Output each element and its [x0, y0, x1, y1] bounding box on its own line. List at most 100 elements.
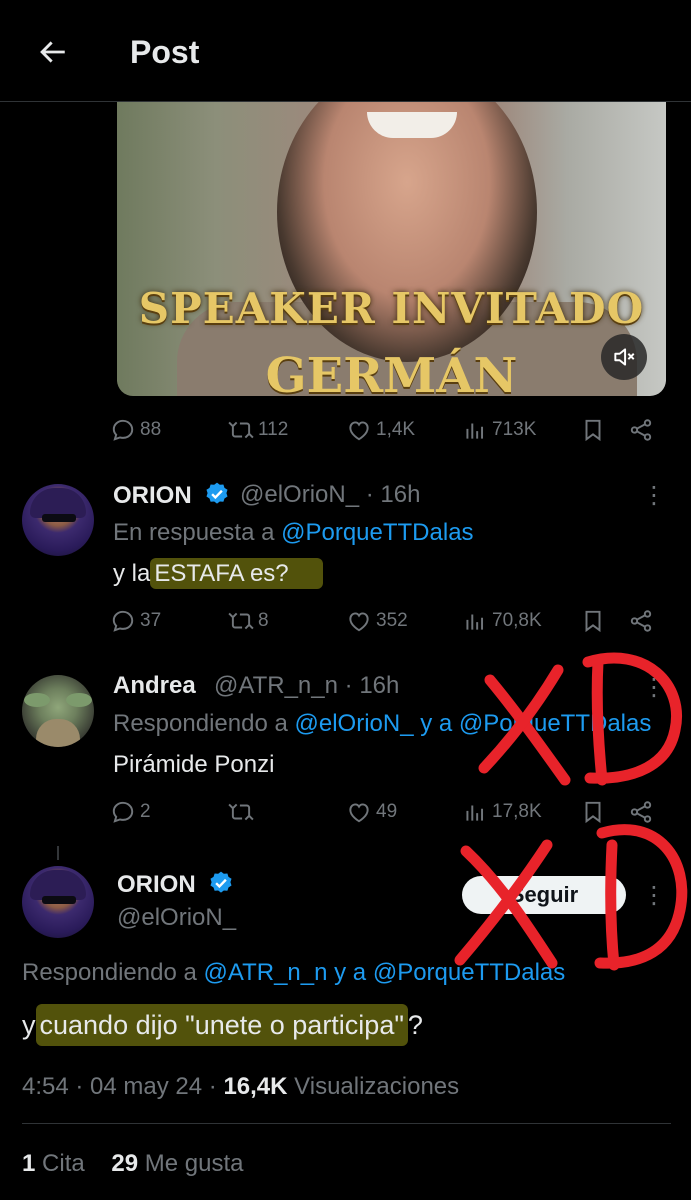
like-button[interactable]: 352	[346, 606, 408, 636]
post-actions: 2 49 17,8K	[110, 797, 670, 827]
author-name[interactable]: ORION	[113, 481, 230, 510]
post-text: Pirámide Ponzi	[113, 751, 275, 778]
reply-icon	[112, 610, 134, 632]
author-handle[interactable]: @elOrioN_	[240, 481, 359, 508]
video-player[interactable]: SPEAKER INVITADO GERMÁN	[117, 102, 666, 396]
repost-button[interactable]: 112	[228, 415, 288, 445]
post-text: y cuando dijo "unete o participa"?	[22, 1004, 423, 1046]
like-count: 1,4K	[376, 419, 416, 440]
author-handle[interactable]: @elOrioN_	[117, 904, 236, 932]
reply-context-prefix: Respondiendo a	[22, 959, 197, 986]
more-dots-icon: ⋮	[642, 881, 666, 909]
share-button[interactable]	[628, 415, 654, 445]
repost-button[interactable]: 8	[228, 606, 269, 636]
avatar-glasses	[42, 514, 76, 522]
more-dots-icon: ⋮	[642, 673, 666, 701]
reply-context: Respondiendo a @ATR_n_n y a @PorqueTTDal…	[22, 959, 565, 987]
post-text-suffix: ?	[407, 1010, 423, 1040]
repost-icon	[228, 421, 254, 439]
reply-context-user-link[interactable]: @PorqueTTDalas	[281, 519, 473, 546]
post-time[interactable]: 4:54 · 04 may 24 ·	[22, 1073, 217, 1100]
video-frame-mouth	[367, 112, 457, 138]
post-text-prefix: y	[22, 1010, 36, 1040]
arrow-left-icon	[40, 41, 65, 63]
avatar[interactable]	[22, 675, 94, 747]
share-button[interactable]	[628, 606, 654, 636]
top-bar: Post	[0, 0, 691, 102]
post-text-prefix: y la	[113, 560, 151, 587]
author-name[interactable]: ORION	[117, 870, 234, 899]
post-actions: 37 8 352 70,8K	[110, 606, 670, 636]
author-meta: @elOrioN_ · 16h	[240, 481, 420, 509]
likes-stat[interactable]: 29 Me gusta	[111, 1150, 243, 1177]
share-icon	[630, 801, 652, 823]
author-name-text: ORION	[113, 482, 192, 509]
bookmark-button[interactable]	[580, 797, 606, 827]
post-text: y la ESTAFA es?	[113, 558, 323, 589]
views-icon	[466, 614, 484, 630]
post-text-highlighted: ESTAFA es?	[150, 558, 323, 589]
engagement-stats: 1 Cita 29 Me gusta	[22, 1150, 243, 1178]
bookmark-button[interactable]	[580, 606, 606, 636]
avatar-glasses	[42, 896, 76, 904]
follow-button[interactable]: Seguir	[462, 876, 626, 914]
divider	[22, 1123, 671, 1124]
author-name-text: ORION	[117, 871, 196, 898]
reply-button[interactable]: 2	[110, 797, 151, 827]
views-button[interactable]: 17,8K	[462, 797, 542, 827]
avatar-ear-left	[24, 693, 50, 707]
reply-context-user-link[interactable]: @ATR_n_n	[203, 959, 327, 986]
views-icon	[466, 423, 484, 439]
reply-context-user-link-2[interactable]: @PorqueTTDalas	[373, 959, 565, 986]
reply-button[interactable]: 37	[110, 606, 161, 636]
share-icon	[630, 419, 652, 441]
repost-count: 8	[258, 610, 269, 631]
bookmark-button[interactable]	[580, 415, 606, 445]
quotes-stat[interactable]: 1 Cita	[22, 1150, 85, 1177]
author-handle[interactable]: @ATR_n_n	[214, 672, 338, 699]
video-caption-line1: SPEAKER INVITADO	[138, 284, 645, 333]
thread-connector	[57, 846, 59, 860]
avatar[interactable]	[22, 484, 94, 556]
reply-context-user-link-2[interactable]: @PorqueTTDalas	[459, 710, 651, 737]
author-name[interactable]: Andrea	[113, 672, 196, 700]
reply-context-and: y a	[334, 959, 367, 986]
share-button[interactable]	[628, 797, 654, 827]
bookmark-icon	[585, 419, 601, 442]
repost-button[interactable]	[228, 797, 258, 827]
like-button[interactable]: 49	[346, 797, 397, 827]
bookmark-icon	[585, 801, 601, 824]
reply-context-and: y a	[420, 710, 453, 737]
views-label: Visualizaciones	[294, 1073, 460, 1100]
bookmark-icon	[585, 610, 601, 633]
views-count: 70,8K	[492, 610, 542, 631]
page-title: Post	[130, 34, 200, 70]
reply-button[interactable]: 88	[110, 415, 161, 445]
reply-context: En respuesta a @PorqueTTDalas	[113, 519, 474, 547]
more-dots-icon: ⋮	[642, 481, 666, 509]
avatar-robe	[36, 719, 80, 747]
post-actions: 88 112 1,4K 713K	[110, 415, 670, 445]
avatar-ear-right	[66, 693, 92, 707]
repost-icon	[228, 612, 254, 630]
reply-context-user-link[interactable]: @elOrioN_	[294, 710, 413, 737]
reply-count: 2	[140, 801, 151, 822]
back-button[interactable]	[30, 30, 74, 74]
views-button[interactable]: 70,8K	[462, 606, 542, 636]
more-options-button[interactable]: ⋮	[642, 880, 666, 910]
like-button[interactable]: 1,4K	[346, 415, 415, 445]
verified-badge-icon	[210, 871, 232, 893]
share-icon	[630, 610, 652, 632]
repost-icon	[228, 803, 254, 821]
post-time: · 16h	[365, 481, 421, 508]
quotes-count: 1	[22, 1150, 36, 1177]
views-icon	[466, 805, 484, 821]
avatar[interactable]	[22, 866, 94, 938]
heart-icon	[349, 803, 369, 823]
views-button[interactable]: 713K	[462, 415, 536, 445]
more-options-button[interactable]: ⋮	[642, 672, 666, 702]
like-count: 352	[376, 610, 408, 631]
more-options-button[interactable]: ⋮	[642, 480, 666, 510]
mute-button[interactable]	[601, 334, 647, 380]
reply-count: 88	[140, 419, 162, 440]
